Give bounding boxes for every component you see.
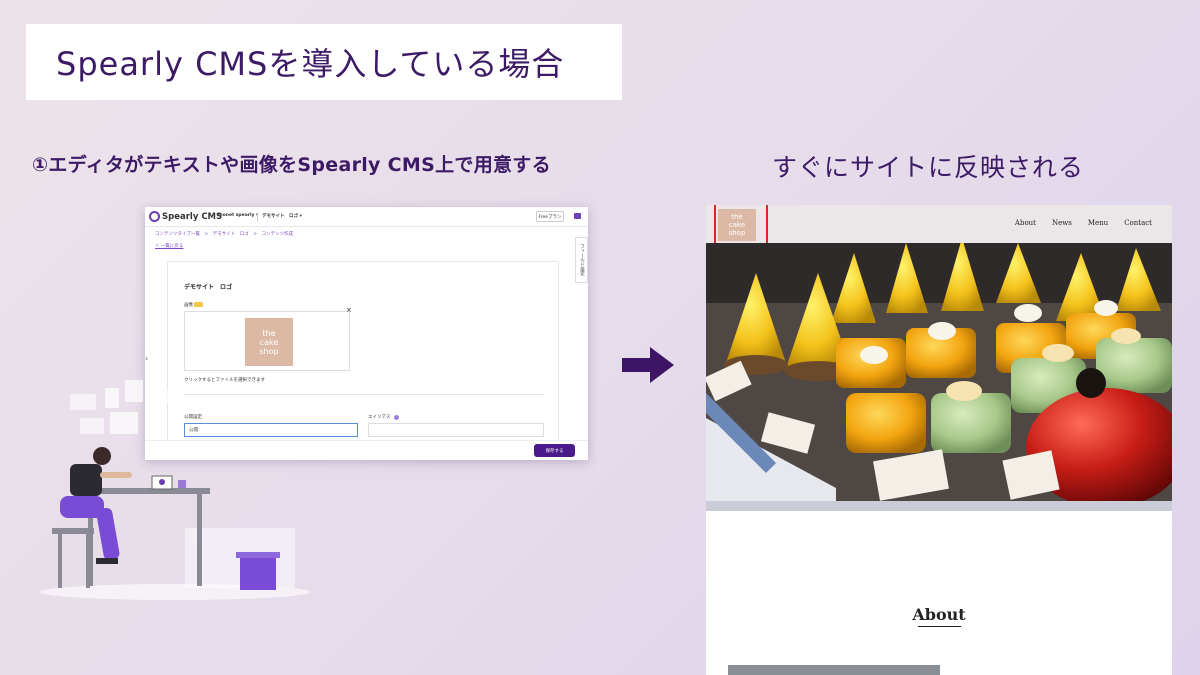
uploaded-logo-thumbnail: the cake shop xyxy=(245,318,293,366)
chevron-right-icon[interactable]: › xyxy=(145,354,148,363)
title-banner: Spearly CMSを導入している場合 xyxy=(26,24,622,100)
back-to-list-link[interactable]: ＜ 一覧に戻る xyxy=(155,243,183,249)
image-field-label: 画像 xyxy=(184,303,193,308)
alias-input[interactable] xyxy=(368,423,544,437)
nav-menu[interactable]: Menu xyxy=(1088,219,1108,227)
website-preview: the cake shop About News Menu Contact Ab… xyxy=(706,205,1172,675)
cake-display-photo xyxy=(706,243,1172,511)
about-underline xyxy=(918,626,961,627)
cms-logo[interactable]: Spearly CMS xyxy=(149,211,222,222)
team-selector[interactable]: monet spearly ▾ xyxy=(218,213,258,218)
nav-news[interactable]: News xyxy=(1052,219,1072,227)
save-button[interactable]: 保存する xyxy=(534,444,575,457)
thumb-line: cake xyxy=(259,337,279,347)
arrow-right-icon xyxy=(622,347,674,383)
field-settings-tab[interactable]: フィールド設定 xyxy=(575,237,588,283)
divider xyxy=(257,212,258,221)
required-badge xyxy=(194,302,203,307)
step-label: ①エディタがテキストや画像をSpearly CMS上で用意する xyxy=(32,154,551,176)
person-at-desk-illustration xyxy=(40,380,310,600)
content-type-selector[interactable]: デモサイト ロゴ ▾ xyxy=(262,213,302,219)
site-header: the cake shop About News Menu Contact xyxy=(706,205,1172,246)
hero-image xyxy=(706,243,1172,511)
page-title: Spearly CMSを導入している場合 xyxy=(56,45,565,83)
alias-label: エイリアス xyxy=(368,414,399,420)
image-upload-field[interactable]: the cake shop xyxy=(184,311,350,371)
help-icon[interactable] xyxy=(393,414,399,420)
nav-contact[interactable]: Contact xyxy=(1124,219,1152,227)
site-nav: About News Menu Contact xyxy=(1015,219,1152,227)
form-title: デモサイト ロゴ xyxy=(184,284,233,291)
book-icon[interactable] xyxy=(574,213,581,219)
result-label: すぐにサイトに反映される xyxy=(772,153,1085,182)
close-icon[interactable]: × xyxy=(346,306,352,314)
plan-button[interactable]: Freeプラン xyxy=(536,211,564,222)
alias-label-text: エイリアス xyxy=(368,415,391,420)
spearly-logo-icon xyxy=(149,211,160,222)
thumb-line: the xyxy=(262,328,276,338)
nav-about[interactable]: About xyxy=(1015,219,1036,227)
breadcrumb[interactable]: コンテンツタイプ一覧 > デモサイト ロゴ > コンテンツ作成 xyxy=(155,231,293,237)
about-heading[interactable]: About xyxy=(706,605,1172,624)
logo-highlight-frame xyxy=(714,205,768,246)
thumb-line: shop xyxy=(259,346,279,356)
about-image xyxy=(728,665,940,675)
cms-top-bar: Spearly CMS monet spearly ▾ デモサイト ロゴ ▾ F… xyxy=(145,207,588,227)
cms-logo-text: Spearly CMS xyxy=(162,211,223,222)
